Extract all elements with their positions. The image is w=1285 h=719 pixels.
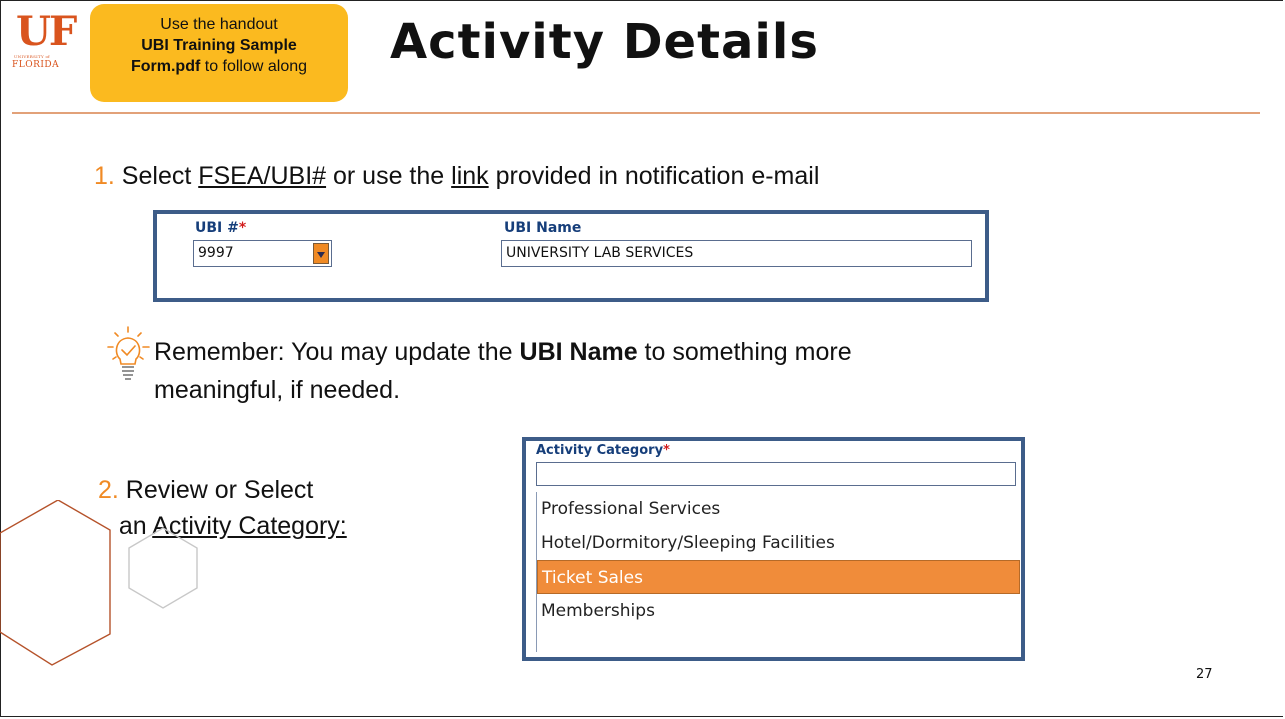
lightbulb-check-icon — [107, 326, 150, 380]
activity-category-options: Professional Services Hotel/Dormitory/Sl… — [536, 492, 1020, 652]
handout-filename: Form.pdf — [130, 58, 201, 75]
handout-line3: Form.pdf to follow along — [98, 56, 340, 77]
ubi-number-dropdown[interactable]: 9997 — [193, 240, 332, 267]
handout-line1: Use the handout — [160, 16, 278, 33]
remember-pre: Remember: You may update the — [154, 338, 520, 366]
activity-category-label: Activity Category* — [536, 443, 670, 458]
page-number: 27 — [1196, 667, 1213, 682]
step-1-instruction: 1. Select FSEA/UBI# or use the link prov… — [94, 162, 819, 191]
notification-link[interactable]: link — [451, 162, 489, 190]
handout-note: Use the handout UBI Training Sample Form… — [90, 4, 348, 102]
activity-category-panel: Activity Category* Professional Services… — [522, 437, 1025, 661]
ubi-number-value: 9997 — [198, 245, 234, 261]
required-marker: * — [238, 220, 247, 236]
page-title: Activity Details — [390, 14, 819, 70]
uf-logo-mark: UF — [16, 8, 77, 55]
hexagon-large — [0, 500, 111, 666]
ubi-name-label: UBI Name — [504, 220, 582, 236]
remember-bold: UBI Name — [519, 338, 638, 366]
remember-note: Remember: You may update the UBI Name to… — [154, 333, 894, 409]
title-divider — [12, 112, 1260, 114]
step-1-pre: Select — [114, 162, 199, 190]
step-1-mid: or use the — [326, 162, 452, 190]
ubi-name-input[interactable]: UNIVERSITY LAB SERVICES — [501, 240, 972, 267]
option-memberships[interactable]: Memberships — [537, 594, 1020, 628]
uf-logo-university-of: UNIVERSITY of — [14, 54, 50, 59]
option-ticket-sales[interactable]: Ticket Sales — [537, 560, 1020, 594]
handout-line3-rest: to follow along — [200, 58, 308, 75]
hexagon-small — [128, 527, 198, 609]
option-professional-services[interactable]: Professional Services — [537, 492, 1020, 526]
decorative-hexagons — [0, 500, 198, 666]
fsea-ubi-link[interactable]: FSEA/UBI# — [198, 162, 326, 190]
ubi-number-label: UBI #* — [195, 220, 247, 236]
required-marker: * — [663, 443, 670, 458]
uf-logo: UF UNIVERSITY of FLORIDA — [6, 8, 77, 80]
step-1-post: provided in notification e-mail — [488, 162, 820, 190]
handout-bold1: UBI Training Sample — [141, 37, 297, 54]
uf-logo-florida: FLORIDA — [12, 60, 60, 70]
option-hotel-dormitory[interactable]: Hotel/Dormitory/Sleeping Facilities — [537, 526, 1020, 560]
ubi-form-panel: UBI #* UBI Name 9997 UNIVERSITY LAB SERV… — [153, 210, 989, 302]
activity-category-input[interactable] — [536, 462, 1016, 486]
chevron-down-icon[interactable] — [313, 243, 329, 264]
step-1-number: 1. — [94, 162, 115, 190]
